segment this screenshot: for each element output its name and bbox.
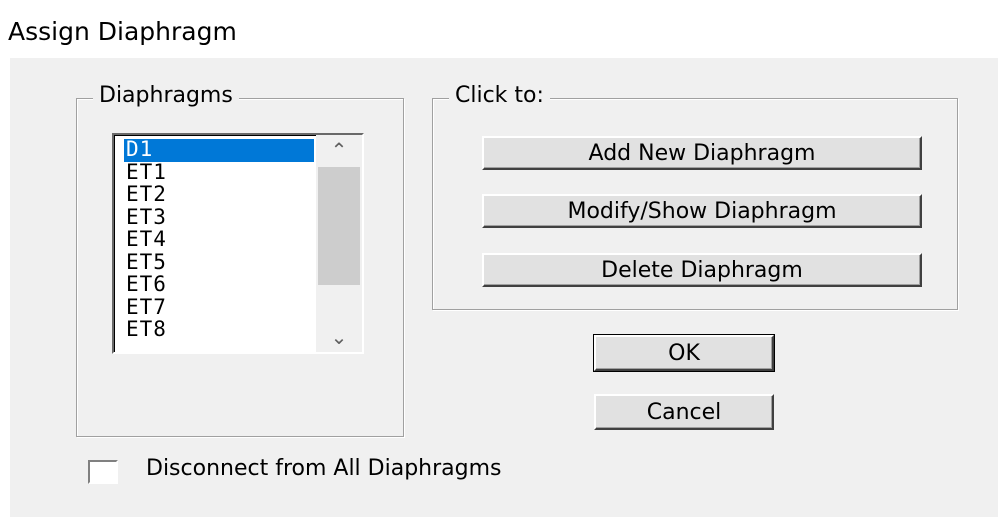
cancel-button[interactable]: Cancel (594, 394, 774, 430)
title-bar: Assign Diaphragm (0, 0, 998, 58)
diaphragm-listbox[interactable]: D1 ET1 ET2 ET3 ET4 ET5 ET6 ET7 ET8 ⌃ ⌄ (112, 133, 364, 354)
list-item[interactable]: ET7 (124, 296, 314, 320)
list-item[interactable]: ET8 (124, 319, 314, 342)
list-item[interactable]: ET2 (124, 184, 314, 207)
list-item[interactable]: D1 (124, 139, 314, 162)
disconnect-checkbox[interactable] (88, 460, 118, 484)
list-item[interactable]: ET3 (124, 206, 314, 230)
scrollbar-thumb[interactable] (318, 167, 360, 285)
chevron-up-icon[interactable]: ⌃ (316, 135, 362, 165)
list-item[interactable]: ET1 (124, 161, 314, 185)
list-item[interactable]: ET6 (124, 274, 314, 297)
chevron-down-icon[interactable]: ⌄ (316, 322, 362, 352)
click-to-legend: Click to: (449, 83, 550, 108)
modify-show-diaphragm-button[interactable]: Modify/Show Diaphragm (482, 194, 922, 228)
ok-button[interactable]: OK (593, 334, 775, 372)
add-new-diaphragm-button[interactable]: Add New Diaphragm (482, 136, 922, 170)
diaphragm-list: D1 ET1 ET2 ET3 ET4 ET5 ET6 ET7 ET8 (124, 139, 314, 342)
diaphragms-legend: Diaphragms (93, 83, 239, 108)
disconnect-label[interactable]: Disconnect from All Diaphragms (146, 456, 502, 481)
window-title: Assign Diaphragm (8, 17, 237, 46)
list-item[interactable]: ET4 (124, 229, 314, 252)
list-item[interactable]: ET5 (124, 251, 314, 275)
listbox-scrollbar[interactable]: ⌃ ⌄ (316, 135, 362, 352)
delete-diaphragm-button[interactable]: Delete Diaphragm (482, 253, 922, 287)
window-left-edge (0, 58, 10, 517)
